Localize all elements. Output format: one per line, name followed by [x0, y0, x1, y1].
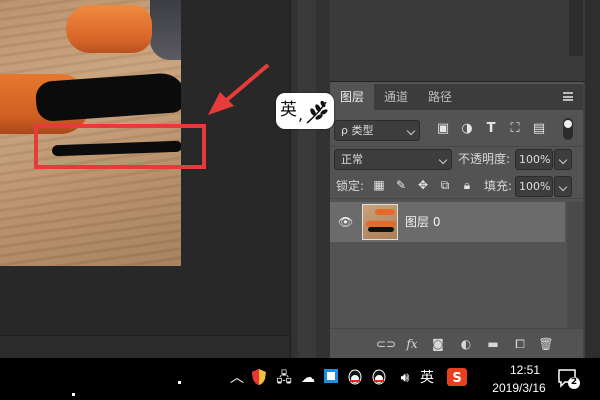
layers-panel: 图层 通道 路径 ρ 类型 ▣ ◑ T ⛶ ▤ 正常 不透明度: 100% 锁定… [330, 0, 585, 358]
qq-icon [372, 369, 386, 385]
red-arrow-icon [208, 63, 270, 115]
photoshop-window: 图层 通道 路径 ρ 类型 ▣ ◑ T ⛶ ▤ 正常 不透明度: 100% 锁定… [0, 0, 600, 400]
shield-icon [252, 369, 266, 385]
lock-transparent-pixels-icon[interactable]: ▦ [372, 178, 386, 192]
fill-input[interactable]: 100% [515, 176, 553, 197]
canvas-status-bar [0, 335, 290, 358]
security-shield-icon[interactable] [250, 368, 268, 388]
highlight-rectangle [34, 124, 206, 169]
add-mask-icon[interactable]: ◙ [430, 336, 446, 352]
filter-shape-icon[interactable]: ⛶ [508, 122, 522, 136]
lock-artboard-icon[interactable]: ⧉ [438, 178, 452, 192]
right-dock-divider [583, 82, 585, 358]
notification-center-button[interactable]: 2 [557, 368, 581, 390]
tab-paths[interactable]: 路径 [418, 84, 462, 110]
document-canvas-area[interactable] [0, 0, 290, 358]
layer-row[interactable]: 👁︎ 图层 0 [330, 202, 565, 242]
lock-label: 锁定: [336, 179, 365, 193]
upper-panel [330, 0, 585, 82]
tab-channels[interactable]: 通道 [374, 84, 418, 110]
layer-name[interactable]: 图层 0 [405, 214, 440, 230]
eye-icon[interactable]: 👁︎ [338, 215, 353, 229]
chevron-down-icon [558, 155, 568, 165]
penguin-icon-2[interactable] [370, 368, 388, 388]
filter-kind-select[interactable]: ρ 类型 [334, 120, 420, 141]
filter-toggle-switch[interactable] [563, 118, 573, 140]
leaf-icon [306, 100, 328, 124]
blend-mode-select[interactable]: 正常 [334, 149, 452, 170]
opacity-dropdown[interactable] [554, 149, 572, 170]
chevron-down-icon [406, 126, 416, 136]
chevron-down-icon [438, 155, 448, 165]
new-group-folder-icon[interactable]: ▬ [485, 336, 501, 352]
lock-all-icon[interactable]: 🔒︎ [460, 178, 474, 192]
right-dock-edge [585, 0, 600, 358]
filter-pixel-icon[interactable]: ▣ [436, 122, 450, 136]
filter-type-icon[interactable]: T [484, 122, 498, 136]
image-carrot-top [66, 5, 152, 53]
opacity-input[interactable]: 100% [515, 149, 553, 170]
clock-date[interactable]: 2019/3/16 [478, 380, 560, 396]
cloud-icon[interactable]: ☁ [299, 368, 317, 388]
clock-time[interactable]: 12:51 [490, 362, 560, 378]
layer-thumbnail[interactable] [362, 204, 398, 240]
svg-text:S: S [452, 371, 461, 386]
sogou-logo-icon: S [447, 368, 467, 386]
fx-icon[interactable]: fx [404, 336, 420, 352]
trash-icon[interactable]: 🗑︎ [538, 336, 554, 352]
filter-kind-label: ρ 类型 [341, 124, 374, 137]
panel-tabs: 图层 通道 路径 [330, 84, 585, 110]
thumbnail-carrot-top [375, 209, 395, 215]
penguin-icon[interactable] [346, 368, 364, 388]
filter-adjustment-icon[interactable]: ◑ [460, 122, 474, 136]
ime-status-badge[interactable]: 英 , [276, 93, 334, 129]
thumbnail-stroke [368, 227, 394, 232]
ime-mode-char: 英 [280, 100, 297, 120]
layer-filter-row: ρ 类型 ▣ ◑ T ⛶ ▤ [330, 113, 585, 147]
chevron-down-icon [558, 182, 568, 192]
panel-dock-grip[interactable] [298, 0, 316, 358]
ime-punct-char: , [298, 105, 304, 124]
ime-indicator[interactable]: 英 [418, 368, 436, 388]
screen-capture-icon[interactable] [322, 368, 340, 388]
blend-mode-value: 正常 [341, 153, 363, 166]
sogou-icon[interactable]: S [446, 368, 468, 388]
notification-count-badge: 2 [570, 377, 578, 387]
taskbar-dot [178, 381, 181, 384]
opacity-label: 不透明度: [458, 152, 511, 166]
lock-row: 锁定: ▦ ✎ ✥ ⧉ 🔒︎ 填充: 100% [330, 175, 585, 199]
link-layers-icon[interactable]: ⊂⊃ [376, 336, 396, 352]
layers-panel-footer: ⊂⊃ fx ◙ ◐ ▬ ⧠ 🗑︎ [330, 328, 585, 358]
fill-dropdown[interactable] [554, 176, 572, 197]
filter-smart-object-icon[interactable]: ▤ [532, 122, 546, 136]
upper-panel-scrollbar[interactable] [569, 0, 583, 56]
fill-label: 填充: [484, 179, 513, 193]
capture-icon [324, 369, 338, 383]
image-dark-corner [150, 0, 181, 60]
blend-row: 正常 不透明度: 100% [330, 147, 585, 171]
tab-layers[interactable]: 图层 [330, 84, 374, 110]
volume-icon[interactable]: 🔊︎ [394, 368, 416, 388]
panel-menu-icon[interactable] [563, 92, 573, 101]
chevron-up-icon[interactable]: ︿ [228, 368, 246, 388]
qq-icon [348, 369, 362, 385]
lock-image-pixels-icon[interactable]: ✎ [394, 178, 408, 192]
network-icon[interactable]: 🖧 [275, 368, 293, 388]
new-layer-icon[interactable]: ⧠ [512, 336, 528, 352]
lock-position-icon[interactable]: ✥ [416, 178, 430, 192]
adjustment-layer-icon[interactable]: ◐ [458, 336, 474, 352]
taskbar-dot [72, 393, 75, 396]
